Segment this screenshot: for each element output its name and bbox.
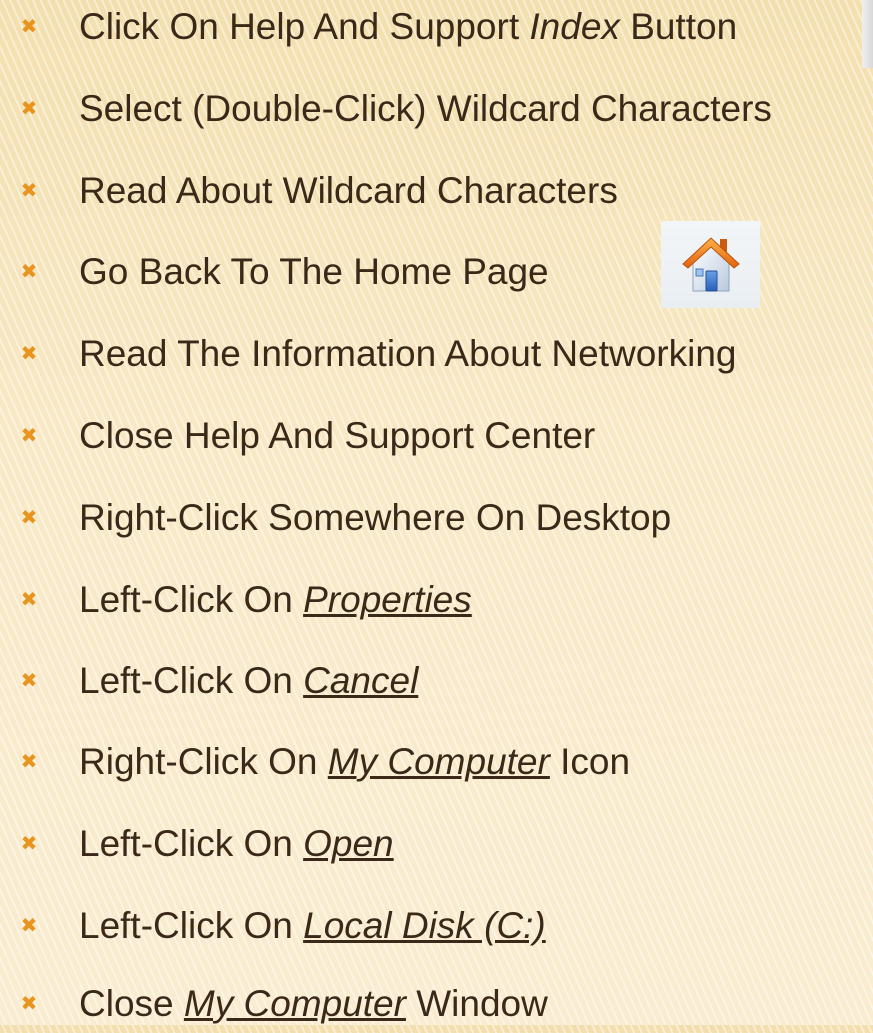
button-reference: Cancel (303, 659, 419, 701)
close-x-icon: ✖ (20, 14, 38, 38)
list-item: ✖ Left-Click On Properties (0, 569, 873, 629)
close-x-icon: ✖ (20, 96, 38, 120)
close-x-icon: ✖ (20, 831, 38, 855)
list-item-text: Click On Help And Support Index Button (79, 5, 738, 47)
list-item: ✖ Left-Click On Open (0, 813, 873, 873)
close-x-icon: ✖ (20, 749, 38, 773)
list-item: ✖ Go Back To The Home Page (0, 241, 873, 301)
close-x-icon: ✖ (20, 991, 38, 1015)
list-item: ✖ Close My Computer Window (0, 973, 873, 1033)
list-item: ✖ Right-Click Somewhere On Desktop (0, 487, 873, 547)
list-item-text: Read The Information About Networking (79, 332, 737, 374)
list-item-text: Left-Click On Cancel (79, 659, 419, 701)
menu-item-reference: Properties (303, 578, 472, 620)
list-item-text: Close My Computer Window (79, 982, 548, 1024)
list-item: ✖ Close Help And Support Center (0, 405, 873, 465)
close-x-icon: ✖ (20, 341, 38, 365)
close-x-icon: ✖ (20, 178, 38, 202)
list-item-text: Read About Wildcard Characters (79, 169, 618, 211)
list-item-text: Left-Click On Open (79, 822, 394, 864)
close-x-icon: ✖ (20, 587, 38, 611)
list-item: ✖ Left-Click On Local Disk (C:) (0, 895, 873, 955)
icon-reference: My Computer (327, 740, 550, 782)
list-item-text: Select (Double-Click) Wildcard Character… (79, 87, 772, 129)
close-x-icon: ✖ (20, 913, 38, 937)
menu-item-reference: Open (303, 822, 394, 864)
list-item: ✖ Click On Help And Support Index Button (0, 0, 873, 56)
list-item-text: Close Help And Support Center (79, 414, 596, 456)
slide: ✖ Click On Help And Support Index Button… (0, 0, 873, 1025)
list-item: ✖ Right-Click On My Computer Icon (0, 731, 873, 791)
close-x-icon: ✖ (20, 423, 38, 447)
list-item: ✖ Read About Wildcard Characters (0, 160, 873, 220)
list-item: ✖ Left-Click On Cancel (0, 650, 873, 710)
list-item-text: Go Back To The Home Page (79, 250, 549, 292)
list-item-text: Left-Click On Local Disk (C:) (79, 904, 546, 946)
close-x-icon: ✖ (20, 668, 38, 692)
list-item: ✖ Read The Information About Networking (0, 323, 873, 383)
list-item-text: Left-Click On Properties (79, 578, 472, 620)
list-item-text: Right-Click Somewhere On Desktop (79, 496, 672, 538)
list-item: ✖ Select (Double-Click) Wildcard Charact… (0, 78, 873, 138)
close-x-icon: ✖ (20, 259, 38, 283)
window-reference: My Computer (183, 982, 406, 1024)
list-item-text: Right-Click On My Computer Icon (79, 740, 631, 782)
close-x-icon: ✖ (20, 505, 38, 529)
drive-reference: Local Disk (C:) (303, 904, 546, 946)
